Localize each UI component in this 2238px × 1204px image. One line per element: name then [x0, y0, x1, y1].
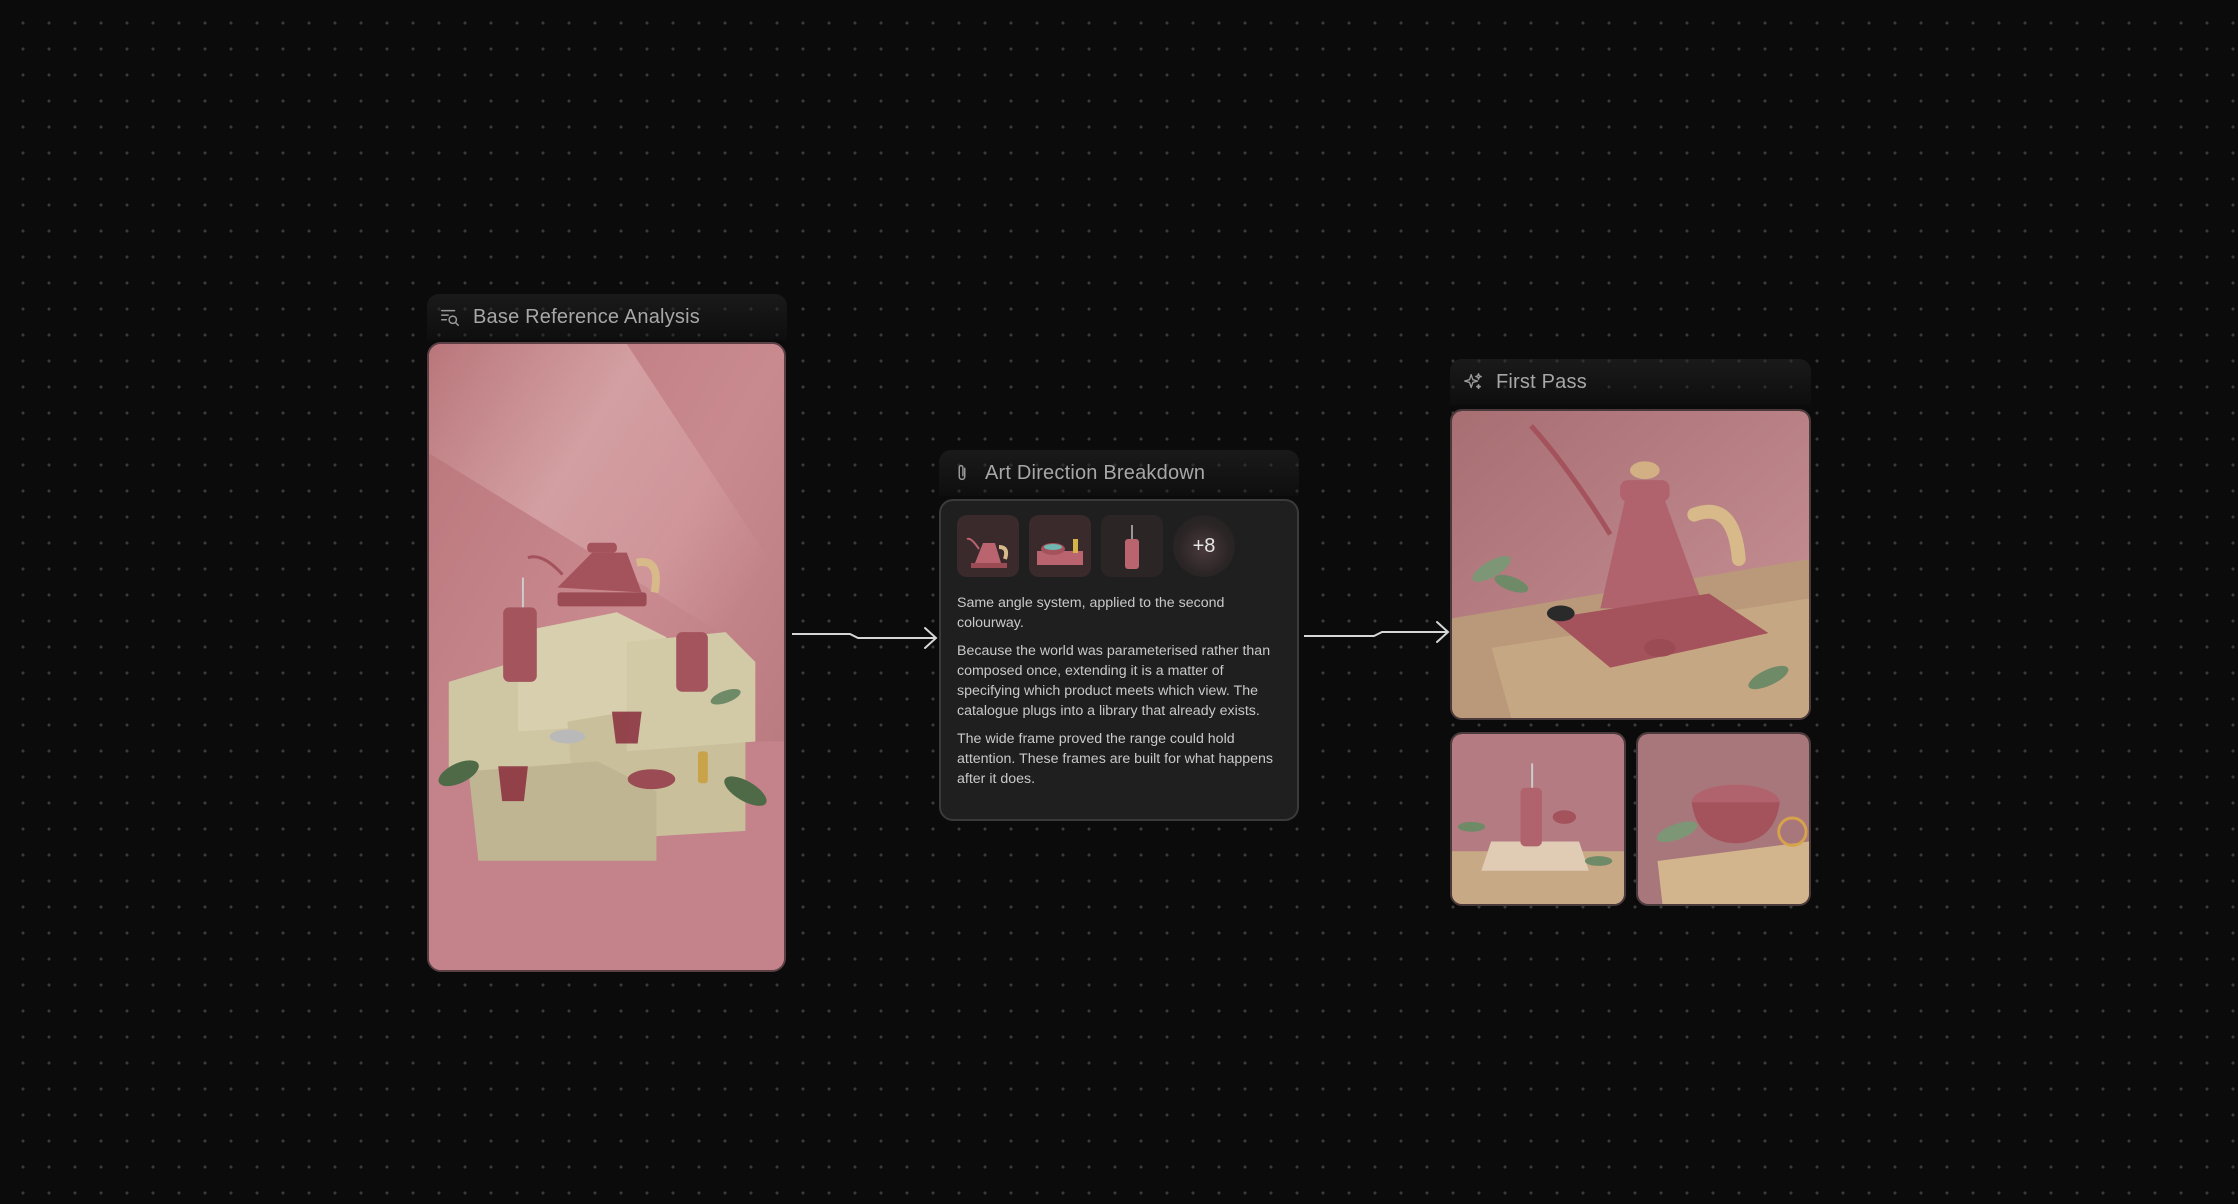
- art-direction-title: Art Direction Breakdown: [985, 461, 1206, 484]
- art-direction-paragraph-2: Because the world was parameterised rath…: [957, 643, 1271, 719]
- first-pass-thumbnail-bowl[interactable]: [1636, 732, 1811, 906]
- reference-thumbnails: +8: [957, 515, 1281, 577]
- first-pass-main-image[interactable]: [1450, 409, 1811, 720]
- first-pass-header[interactable]: First Pass: [1450, 359, 1811, 405]
- thumbnail-bowl-set[interactable]: [1029, 515, 1091, 577]
- base-reference-header[interactable]: Base Reference Analysis: [427, 294, 787, 340]
- thumbnail-kettle[interactable]: [957, 515, 1019, 577]
- art-direction-card[interactable]: +8 Same angle system, applied to the sec…: [939, 499, 1299, 821]
- base-reference-title: Base Reference Analysis: [473, 305, 700, 328]
- connector-arrow-2: [1304, 621, 1450, 643]
- art-direction-paragraph-3: The wide frame proved the range could ho…: [957, 731, 1273, 787]
- art-direction-header[interactable]: Art Direction Breakdown: [939, 450, 1299, 496]
- first-pass-title: First Pass: [1496, 370, 1587, 393]
- more-thumbnails-badge[interactable]: +8: [1173, 515, 1235, 577]
- thumbnail-tumbler[interactable]: [1101, 515, 1163, 577]
- first-pass-thumbnail-tumbler[interactable]: [1450, 732, 1626, 906]
- workflow-canvas[interactable]: Base Reference Analysis Art Direction Br…: [0, 0, 2238, 1204]
- art-direction-paragraph-1: Same angle system, applied to the second…: [957, 595, 1225, 631]
- search-list-icon: [439, 306, 461, 328]
- connector-arrow-1: [792, 627, 938, 649]
- paperclip-icon: [951, 462, 973, 484]
- sparkles-icon: [1462, 371, 1484, 393]
- base-reference-image[interactable]: [427, 342, 786, 972]
